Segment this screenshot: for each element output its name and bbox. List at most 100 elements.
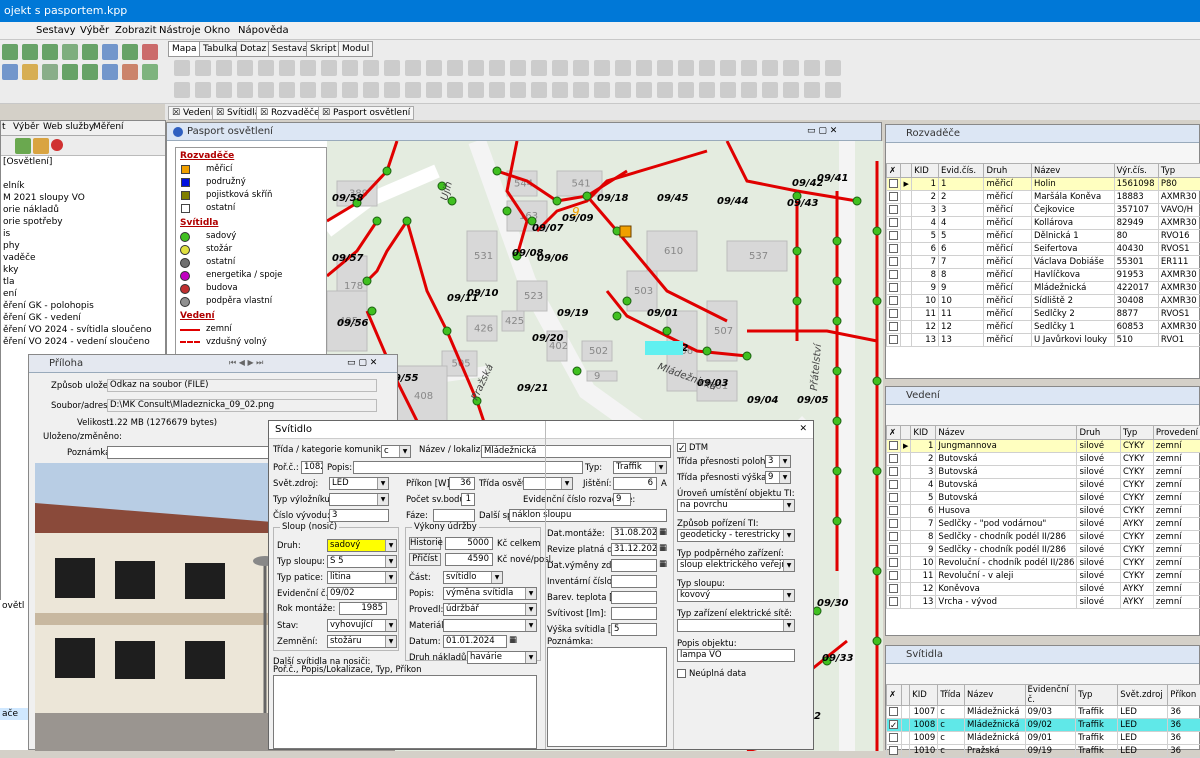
- table-cell[interactable]: CYKY: [1121, 440, 1154, 453]
- row-checkbox[interactable]: [887, 518, 901, 531]
- table-cell[interactable]: 5: [912, 230, 939, 243]
- checkbox-icon[interactable]: [889, 584, 898, 593]
- table-cell[interactable]: 9: [912, 282, 939, 295]
- layer-item[interactable]: [1, 168, 165, 180]
- table-cell[interactable]: 12: [911, 583, 936, 596]
- porc-field[interactable]: 1082: [301, 461, 323, 474]
- table-cell[interactable]: 6: [939, 243, 984, 256]
- table-cell[interactable]: 3: [912, 204, 939, 217]
- trida-osvet-field[interactable]: ▼: [523, 477, 573, 490]
- table-cell[interactable]: CYKY: [1121, 531, 1154, 544]
- toolbar-icon[interactable]: [62, 64, 78, 80]
- table-row[interactable]: ▶1JungmannovasilovéCYKYzemní: [887, 440, 1200, 453]
- map-tool-icon[interactable]: [384, 60, 400, 76]
- table-cell[interactable]: Havlíčkova: [1032, 269, 1115, 282]
- table-cell[interactable]: silové: [1077, 596, 1121, 609]
- checkbox-icon[interactable]: [889, 257, 898, 266]
- table-cell[interactable]: 10: [912, 295, 939, 308]
- table-cell[interactable]: 60853: [1114, 321, 1158, 334]
- map-tool-icon[interactable]: [783, 60, 799, 76]
- prikon-field[interactable]: 36: [449, 477, 475, 490]
- map-tool-icon[interactable]: [699, 82, 715, 98]
- table-cell[interactable]: 36: [1168, 706, 1200, 719]
- row-checkbox[interactable]: ✓: [887, 719, 902, 732]
- table-cell[interactable]: 13: [939, 334, 984, 347]
- rok-field[interactable]: 1985: [339, 602, 387, 615]
- layer-item[interactable]: [Osvětlení]: [1, 156, 165, 168]
- map-light-point[interactable]: [363, 277, 371, 285]
- table-cell[interactable]: 357107: [1114, 204, 1158, 217]
- table-header-cell[interactable]: Svět.zdroj: [1118, 685, 1168, 706]
- table-row[interactable]: 6HusovasilovéCYKYzemní: [887, 505, 1200, 518]
- row-checkbox[interactable]: [887, 204, 901, 217]
- table-cell[interactable]: Holin: [1032, 178, 1115, 191]
- map-light-point[interactable]: [873, 467, 881, 475]
- table-cell[interactable]: měřicí: [984, 204, 1032, 217]
- table-cell[interactable]: CYKY: [1121, 544, 1154, 557]
- priloha-window-controls[interactable]: ▭ ▢ ✕: [347, 358, 377, 368]
- map-tool-icon[interactable]: [363, 60, 379, 76]
- dropdown-arrow-icon[interactable]: ▼: [779, 456, 790, 467]
- table-cell[interactable]: 1009: [910, 732, 938, 745]
- map-tool-icon[interactable]: [783, 82, 799, 98]
- table-cell[interactable]: AXMR30: [1158, 295, 1200, 308]
- map-light-point[interactable]: [443, 327, 451, 335]
- neuplna-checkbox[interactable]: [677, 669, 686, 678]
- row-checkbox[interactable]: [887, 466, 901, 479]
- map-tool-icon[interactable]: [279, 82, 295, 98]
- table-cell[interactable]: měřicí: [984, 308, 1032, 321]
- popis-field[interactable]: [353, 461, 583, 474]
- dtm-checkbox[interactable]: ✓: [677, 443, 686, 452]
- map-tool-icon[interactable]: [594, 82, 610, 98]
- presnost-vyska-field[interactable]: 9▼: [765, 471, 791, 484]
- table-cell[interactable]: CYKY: [1121, 570, 1154, 583]
- map-tool-icon[interactable]: [741, 82, 757, 98]
- table-row[interactable]: 12KoněvovasilovéAYKYzemní: [887, 583, 1200, 596]
- checkbox-icon[interactable]: [889, 707, 898, 716]
- checkbox-icon[interactable]: [889, 218, 898, 227]
- map-tool-icon[interactable]: [636, 82, 652, 98]
- layer-item[interactable]: ěření GK - vedení: [1, 312, 165, 324]
- dropdown-arrow-icon[interactable]: ▼: [525, 620, 536, 631]
- table-cell[interactable]: LED: [1118, 745, 1168, 758]
- dropdown-arrow-icon[interactable]: ▼: [377, 478, 388, 489]
- table-cell[interactable]: měřicí: [984, 243, 1032, 256]
- material-field[interactable]: ▼: [443, 619, 537, 632]
- row-checkbox[interactable]: [887, 544, 901, 557]
- table-cell[interactable]: RVOS1: [1158, 308, 1200, 321]
- table-cell[interactable]: 09/01: [1025, 732, 1076, 745]
- table-cell[interactable]: silové: [1077, 505, 1121, 518]
- row-checkbox[interactable]: [887, 282, 901, 295]
- table-row[interactable]: 66měřicíSeifertova40430RVOS1: [887, 243, 1200, 256]
- layer-item[interactable]: M 2021 sloupy VO: [1, 192, 165, 204]
- table-cell[interactable]: 8: [939, 269, 984, 282]
- window-controls[interactable]: ▭ ▢ ✕: [807, 126, 837, 136]
- table-cell[interactable]: 2: [911, 453, 936, 466]
- map-tool-icon[interactable]: [321, 82, 337, 98]
- svitidlo-close-icon[interactable]: ✕: [799, 424, 807, 434]
- table-cell[interactable]: LED: [1118, 732, 1168, 745]
- map-tool-icon[interactable]: [678, 60, 694, 76]
- menu-napoveda[interactable]: Nápověda: [238, 25, 289, 36]
- table-cell[interactable]: c: [938, 719, 965, 732]
- checkbox-icon[interactable]: [889, 296, 898, 305]
- map-tool-icon[interactable]: [405, 82, 421, 98]
- table-cell[interactable]: Mládežnická: [1032, 282, 1115, 295]
- map-light-point[interactable]: [383, 167, 391, 175]
- checkbox-icon[interactable]: [889, 179, 898, 188]
- evidc-field[interactable]: 09/02: [327, 587, 397, 600]
- table-cell[interactable]: CYKY: [1121, 466, 1154, 479]
- map-tool-icon[interactable]: [174, 60, 190, 76]
- table-cell[interactable]: 3: [911, 466, 936, 479]
- table-cell[interactable]: 5: [911, 492, 936, 505]
- table-cell[interactable]: měřicí: [984, 217, 1032, 230]
- table-row[interactable]: 44měřicíKollárova82949AXMR30: [887, 217, 1200, 230]
- table-cell[interactable]: měřicí: [984, 230, 1032, 243]
- dropdown-arrow-icon[interactable]: ▼: [525, 652, 536, 663]
- table-cell[interactable]: 5: [939, 230, 984, 243]
- table-row[interactable]: 3ButovskásilovéCYKYzemní: [887, 466, 1200, 479]
- row-checkbox[interactable]: [887, 596, 901, 609]
- map-tool-icon[interactable]: [216, 60, 232, 76]
- table-cell[interactable]: Traffik: [1076, 732, 1118, 745]
- table-cell[interactable]: RVOS1: [1158, 243, 1200, 256]
